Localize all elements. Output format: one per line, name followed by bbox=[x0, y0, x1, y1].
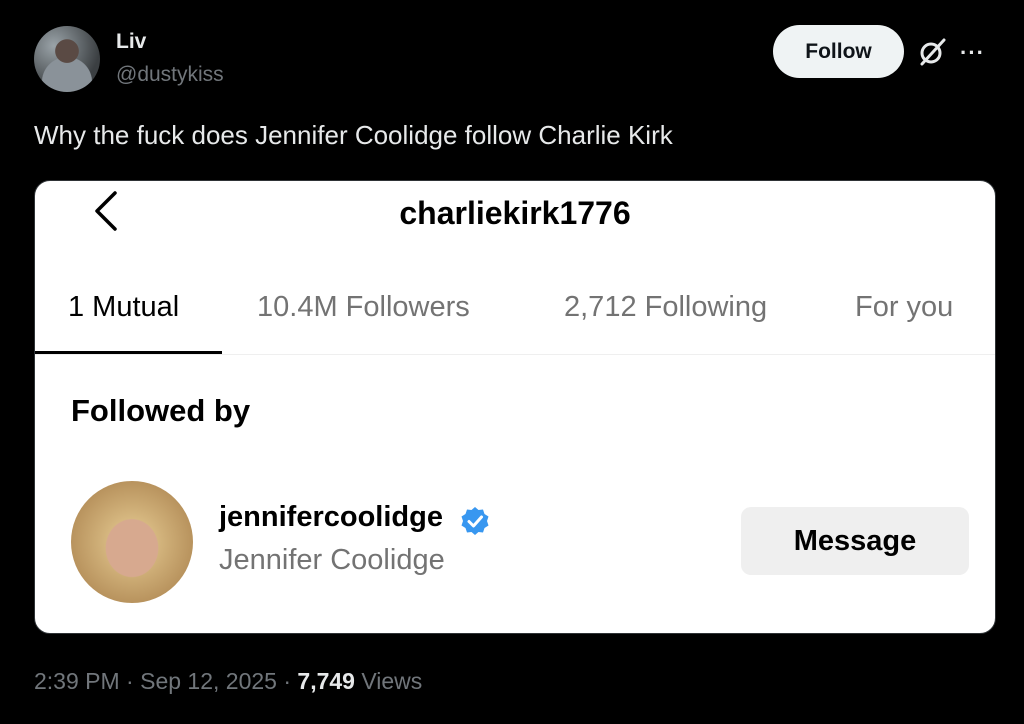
username: jennifercoolidge bbox=[219, 501, 443, 533]
tweet-text: Why the fuck does Jennifer Coolidge foll… bbox=[34, 120, 673, 150]
follow-button[interactable]: Follow bbox=[773, 25, 904, 78]
more-options-icon[interactable]: ··· bbox=[960, 40, 985, 66]
verified-badge-icon bbox=[461, 507, 489, 535]
profile-title: charliekirk1776 bbox=[399, 195, 631, 231]
tab-followers: 10.4M Followers bbox=[257, 291, 470, 323]
views-count: 7,749 bbox=[297, 668, 355, 694]
embedded-screenshot[interactable]: charliekirk1776 1 Mutual 10.4M Followers… bbox=[34, 180, 996, 634]
author-handle[interactable]: @dustykiss bbox=[116, 63, 224, 87]
separator: · bbox=[283, 668, 298, 694]
user-avatar bbox=[71, 481, 193, 603]
author-name[interactable]: Liv bbox=[116, 30, 146, 54]
tweet-time[interactable]: 2:39 PM bbox=[34, 668, 120, 694]
author-avatar[interactable] bbox=[34, 26, 100, 92]
message-button: Message bbox=[741, 507, 969, 575]
full-name: Jennifer Coolidge bbox=[219, 544, 445, 576]
grok-icon[interactable] bbox=[916, 36, 948, 68]
tab-divider bbox=[35, 354, 995, 355]
tweet-metadata: 2:39 PM · Sep 12, 2025 · 7,749 Views bbox=[34, 668, 422, 695]
views-label: Views bbox=[361, 668, 423, 694]
tab-for-you: For you bbox=[855, 291, 954, 323]
tab-following: 2,712 Following bbox=[564, 291, 768, 323]
tweet-date[interactable]: Sep 12, 2025 bbox=[140, 668, 277, 694]
section-heading: Followed by bbox=[71, 393, 251, 428]
separator: · bbox=[126, 668, 141, 694]
tab-mutual: 1 Mutual bbox=[68, 291, 180, 323]
